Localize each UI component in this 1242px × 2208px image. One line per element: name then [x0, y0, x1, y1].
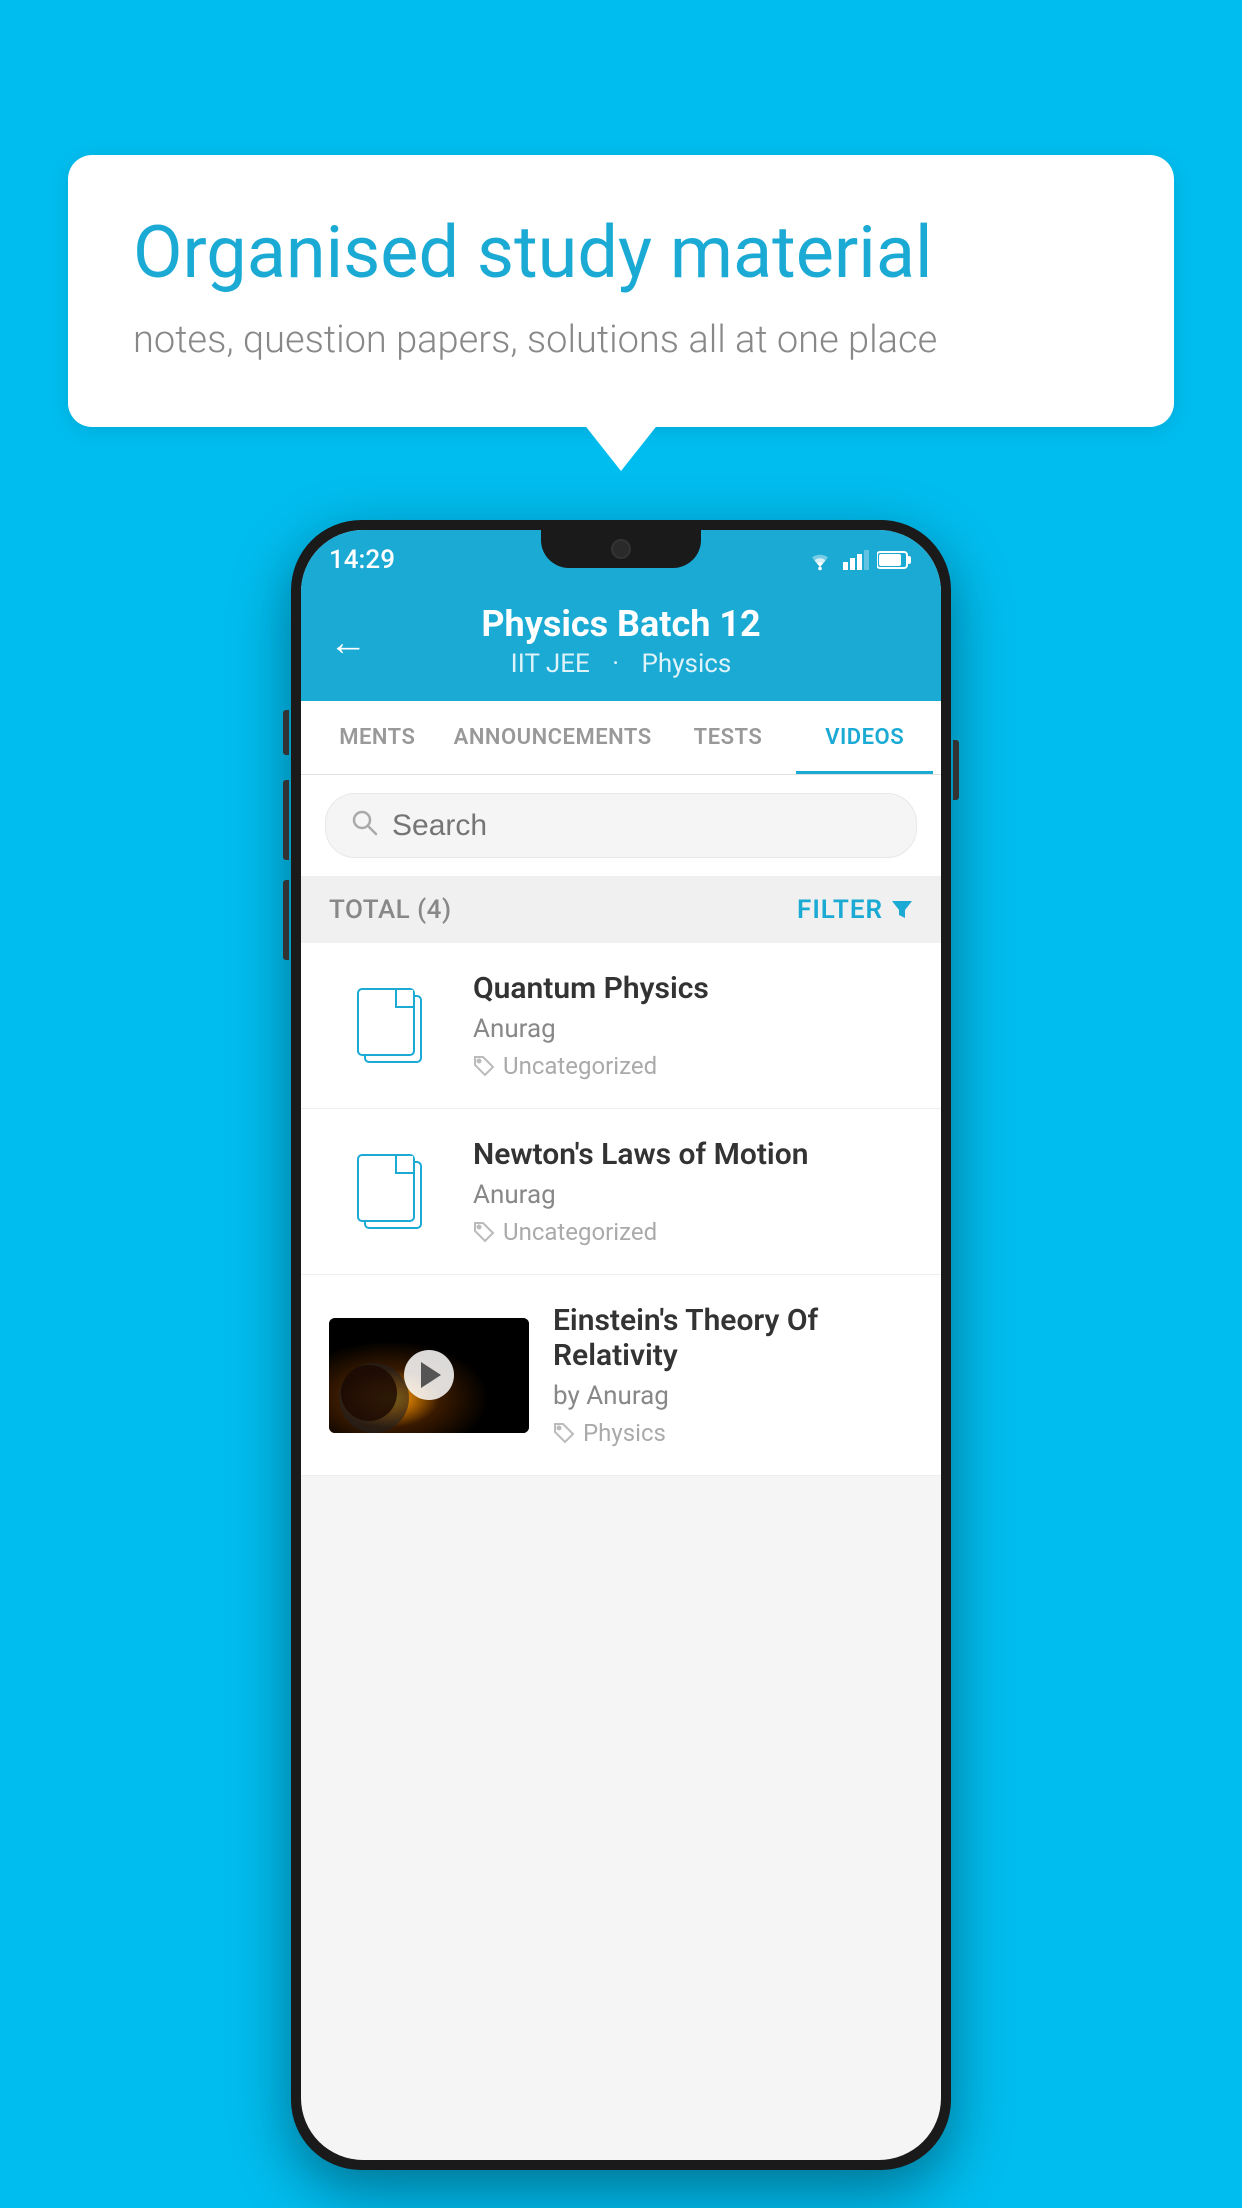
- phone-frame: 14:29: [291, 520, 951, 2170]
- header-title: Physics Batch 12: [329, 603, 913, 645]
- header-subtitle: IIT JEE · Physics: [329, 649, 913, 679]
- search-input[interactable]: [392, 809, 892, 843]
- file-icon-placeholder: [329, 1147, 449, 1237]
- tag-icon: [473, 1055, 495, 1077]
- tag-label: Physics: [583, 1419, 666, 1447]
- filter-funnel-icon: [891, 899, 913, 921]
- tag-label: Uncategorized: [503, 1052, 657, 1080]
- file-icon: [357, 988, 422, 1063]
- play-triangle-icon: [421, 1362, 441, 1388]
- video-list: Quantum Physics Anurag Uncategorized: [301, 943, 941, 1476]
- status-icons: [805, 549, 913, 571]
- wifi-icon: [805, 549, 835, 571]
- list-item[interactable]: Newton's Laws of Motion Anurag Uncategor…: [301, 1109, 941, 1275]
- phone-notch: [541, 530, 701, 568]
- search-container: [301, 775, 941, 877]
- back-button[interactable]: ←: [329, 621, 367, 665]
- app-header: ← Physics Batch 12 IIT JEE · Physics: [301, 585, 941, 701]
- list-item[interactable]: Quantum Physics Anurag Uncategorized: [301, 943, 941, 1109]
- list-item[interactable]: Einstein's Theory Of Relativity by Anura…: [301, 1275, 941, 1476]
- battery-icon: [877, 550, 913, 570]
- tag-icon: [553, 1422, 575, 1444]
- volume-down-button: [283, 880, 289, 960]
- video-tag: Physics: [553, 1419, 913, 1447]
- speech-bubble-heading: Organised study material: [133, 210, 1109, 296]
- video-author: Anurag: [473, 1180, 913, 1210]
- header-tag-separator: ·: [612, 649, 619, 679]
- video-title: Quantum Physics: [473, 971, 913, 1006]
- status-time: 14:29: [329, 545, 395, 575]
- video-info: Einstein's Theory Of Relativity by Anura…: [553, 1303, 913, 1447]
- signal-icon: [843, 550, 869, 570]
- tabs-bar: MENTS ANNOUNCEMENTS TESTS VIDEOS: [301, 701, 941, 775]
- video-thumbnail: [329, 1318, 529, 1433]
- video-info: Newton's Laws of Motion Anurag Uncategor…: [473, 1137, 913, 1246]
- tag-label: Uncategorized: [503, 1218, 657, 1246]
- search-icon: [350, 808, 378, 843]
- tab-ments[interactable]: MENTS: [309, 701, 446, 774]
- camera-dot: [611, 539, 631, 559]
- tab-tests[interactable]: TESTS: [660, 701, 797, 774]
- header-tag1: IIT JEE: [511, 649, 590, 679]
- total-count: TOTAL (4): [329, 895, 452, 925]
- video-tag: Uncategorized: [473, 1052, 913, 1080]
- phone-screen: 14:29: [301, 530, 941, 2160]
- filter-label: FILTER: [797, 895, 883, 925]
- speech-bubble-subtext: notes, question papers, solutions all at…: [133, 318, 1109, 362]
- file-icon-front: [357, 1154, 415, 1222]
- file-icon-front: [357, 988, 415, 1056]
- video-title: Newton's Laws of Motion: [473, 1137, 913, 1172]
- file-icon-placeholder: [329, 981, 449, 1071]
- video-author: by Anurag: [553, 1381, 913, 1411]
- tab-announcements[interactable]: ANNOUNCEMENTS: [446, 701, 660, 774]
- power-button: [953, 740, 959, 800]
- play-button[interactable]: [404, 1350, 454, 1400]
- silent-button: [283, 710, 289, 755]
- speech-bubble-container: Organised study material notes, question…: [68, 155, 1174, 427]
- video-title: Einstein's Theory Of Relativity: [553, 1303, 913, 1373]
- speech-bubble: Organised study material notes, question…: [68, 155, 1174, 427]
- filter-button[interactable]: FILTER: [797, 895, 913, 925]
- filter-bar: TOTAL (4) FILTER: [301, 877, 941, 943]
- video-author: Anurag: [473, 1014, 913, 1044]
- video-tag: Uncategorized: [473, 1218, 913, 1246]
- video-info: Quantum Physics Anurag Uncategorized: [473, 971, 913, 1080]
- header-tag2: Physics: [642, 649, 732, 679]
- search-wrapper[interactable]: [325, 793, 917, 858]
- tag-icon: [473, 1221, 495, 1243]
- tab-videos[interactable]: VIDEOS: [796, 701, 933, 774]
- file-icon: [357, 1154, 422, 1229]
- volume-up-button: [283, 780, 289, 860]
